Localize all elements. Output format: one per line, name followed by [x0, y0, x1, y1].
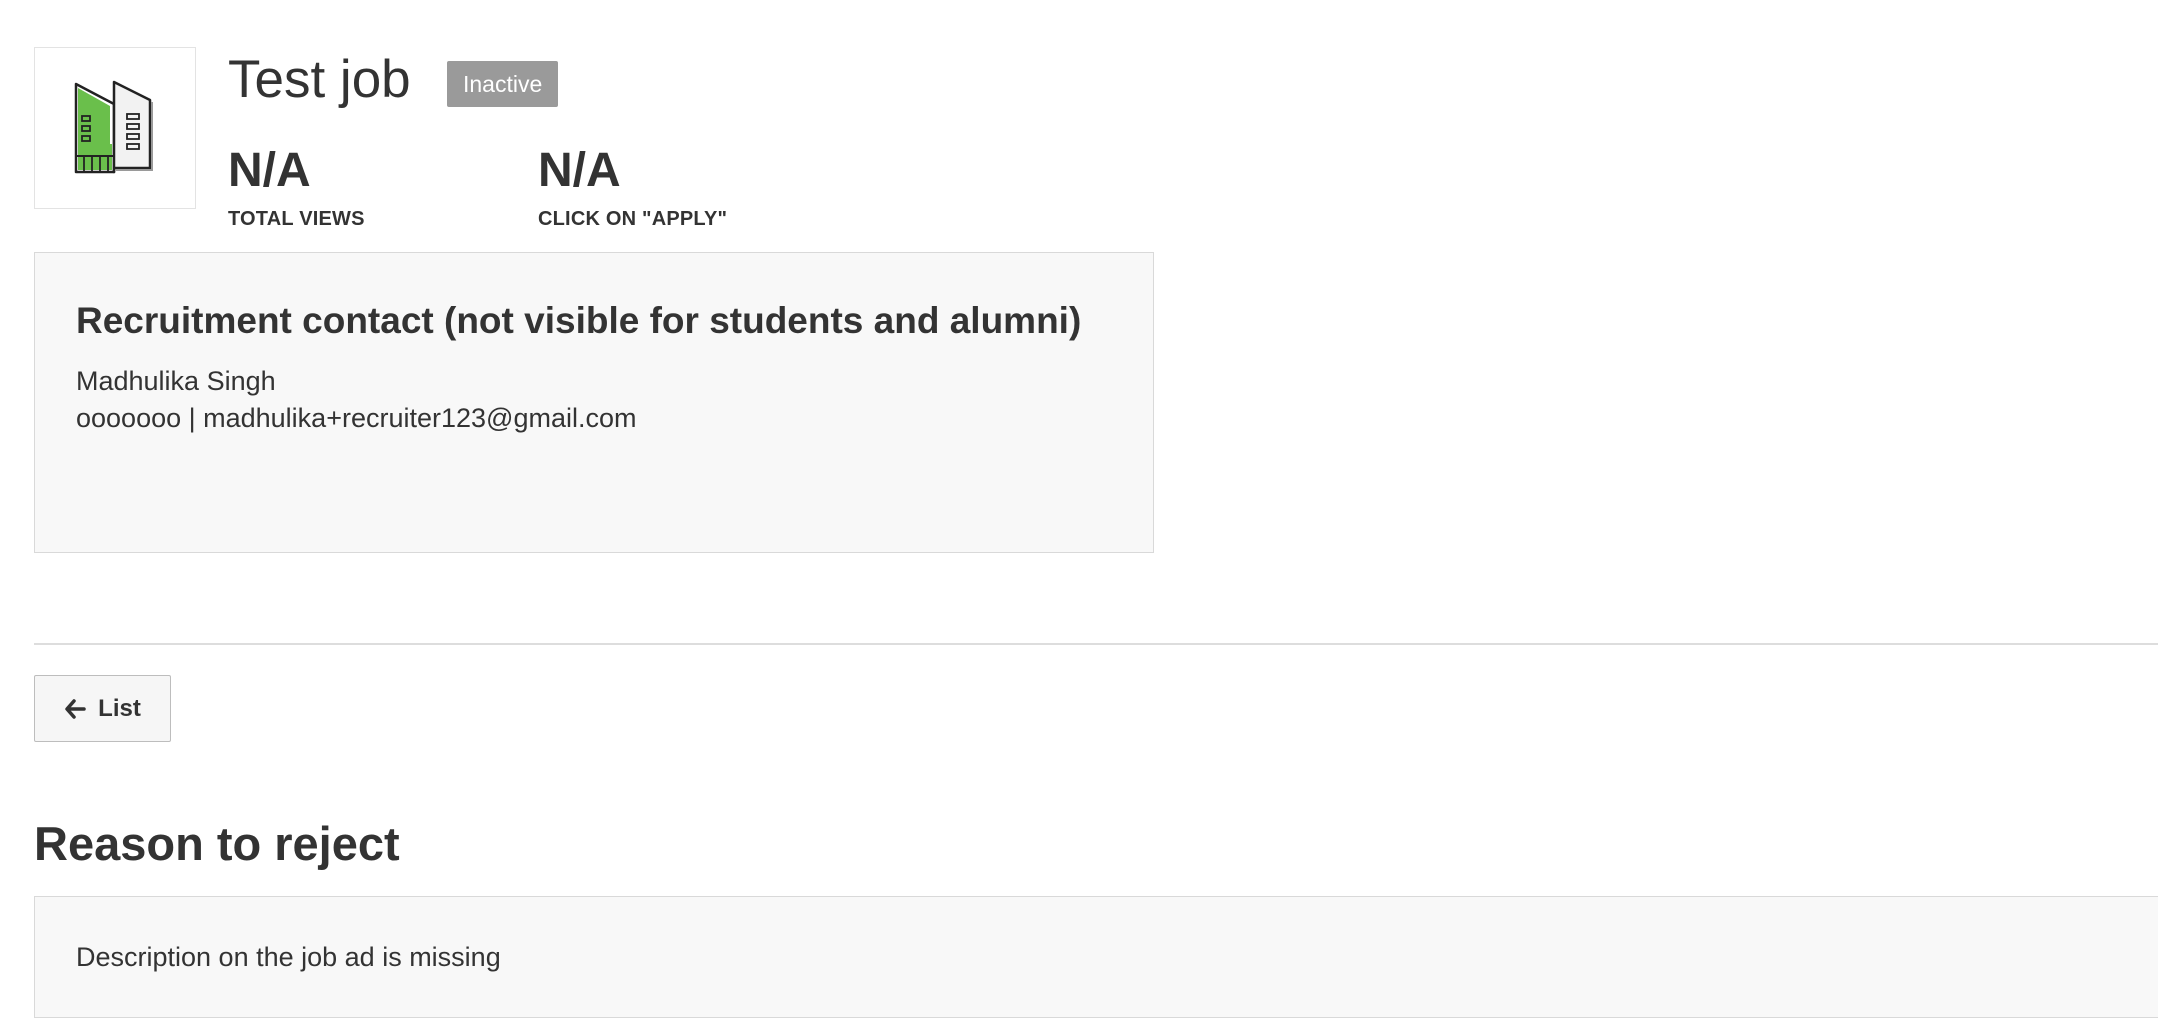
job-detail-page: Test job Inactive N/A TOTAL VIEWS N/A CL… — [0, 0, 2158, 1022]
recruitment-contact-card: Recruitment contact (not visible for stu… — [34, 252, 1154, 553]
stat-label: CLICK ON "APPLY" — [538, 208, 728, 230]
back-button-label: List — [98, 694, 141, 722]
reject-reason-text: Description on the job ad is missing — [76, 942, 501, 972]
stat-label: TOTAL VIEWS — [228, 208, 365, 230]
section-divider — [34, 643, 2158, 645]
building-logo-icon — [74, 80, 153, 174]
contact-heading: Recruitment contact (not visible for stu… — [76, 300, 1082, 341]
contact-details: ooooooo | madhulika+recruiter123@gmail.c… — [76, 403, 637, 433]
job-title: Test job — [228, 50, 411, 109]
stat-value: N/A — [228, 144, 311, 197]
stat-apply-clicks: N/A CLICK ON "APPLY" — [538, 143, 727, 233]
reject-reason-box: Description on the job ad is missing — [34, 896, 2158, 1018]
contact-name: Madhulika Singh — [76, 366, 276, 396]
arrow-left-icon — [65, 698, 86, 719]
back-to-list-button[interactable]: List — [34, 675, 171, 742]
status-badge: Inactive — [447, 61, 559, 107]
company-logo — [34, 47, 196, 209]
stat-total-views: N/A TOTAL VIEWS — [228, 143, 365, 233]
stat-value: N/A — [538, 144, 621, 197]
reject-reason-heading: Reason to reject — [34, 817, 400, 870]
